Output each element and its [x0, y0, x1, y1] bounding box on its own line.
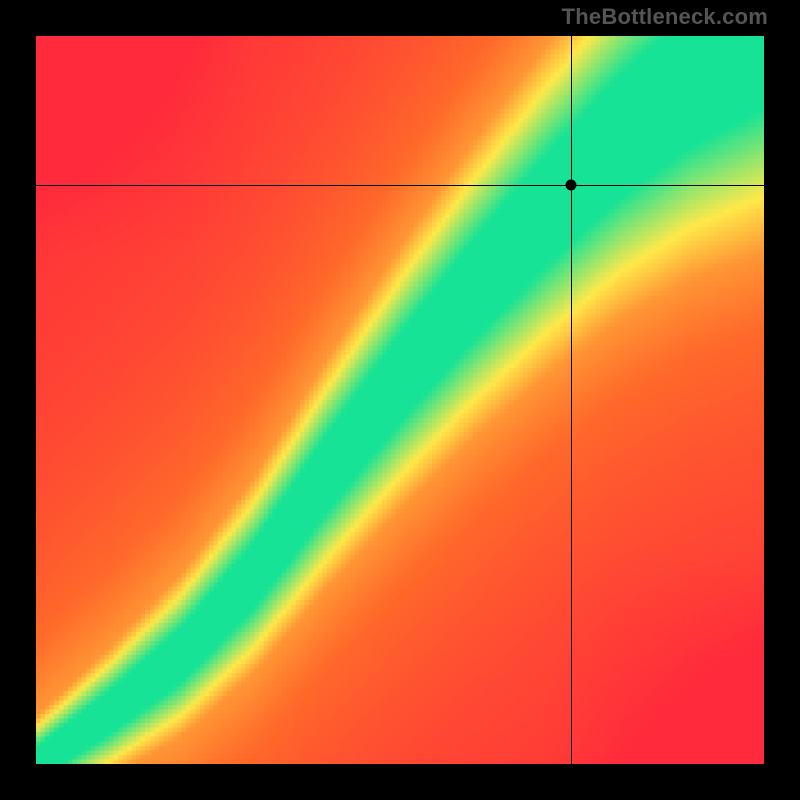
crosshair-horizontal — [36, 185, 764, 186]
watermark-text: TheBottleneck.com — [562, 4, 768, 30]
plot-area — [36, 36, 764, 764]
heatmap-canvas — [36, 36, 764, 764]
marker-point — [566, 180, 577, 191]
chart-frame: TheBottleneck.com — [0, 0, 800, 800]
crosshair-vertical — [571, 36, 572, 764]
